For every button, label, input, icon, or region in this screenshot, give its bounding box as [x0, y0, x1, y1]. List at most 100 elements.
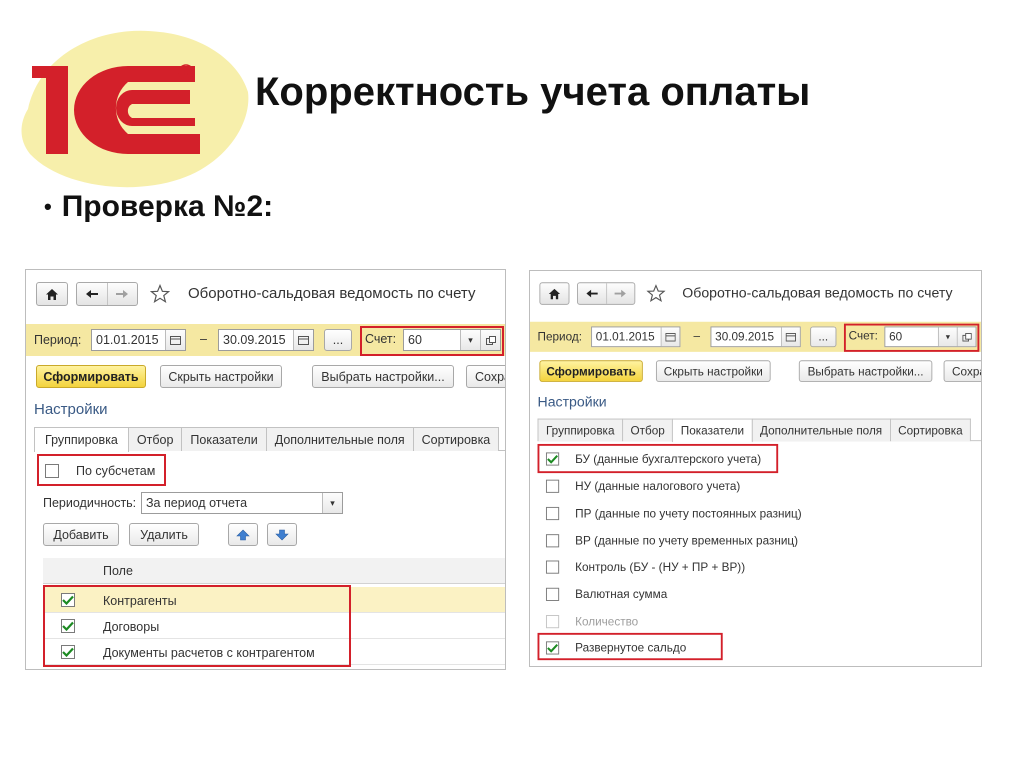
calendar-button[interactable] — [165, 330, 185, 350]
period-select-button[interactable]: ... — [324, 329, 352, 351]
logo-1c: R — [10, 14, 255, 199]
hide-settings-button[interactable]: Скрыть настройки — [655, 360, 771, 382]
indicator-label: ВР (данные по учету временных разниц) — [575, 534, 799, 548]
slide-title: Корректность учета оплаты — [255, 70, 811, 114]
move-up-button[interactable] — [228, 523, 258, 546]
calendar-button[interactable] — [293, 330, 313, 350]
save-settings-button[interactable]: Сохра — [466, 365, 505, 388]
screenshot-grouping-tab: Оборотно-сальдовая ведомость по счету Пе… — [25, 269, 506, 670]
row-checkbox[interactable] — [61, 619, 75, 633]
nav-buttons — [577, 282, 636, 305]
row-label: Контрагенты — [103, 594, 177, 608]
window-toolbar: Оборотно-сальдовая ведомость по счету — [26, 282, 505, 312]
logo-1c-icon: R — [21, 30, 249, 188]
calendar-button[interactable] — [780, 327, 800, 347]
account-label: Счет: — [365, 332, 397, 346]
indicator-checkbox[interactable] — [545, 479, 560, 493]
arrow-left-icon — [586, 289, 598, 298]
settings-title: Настройки — [34, 401, 108, 418]
move-down-button[interactable] — [267, 523, 297, 546]
save-settings-button[interactable]: Сохра — [943, 360, 981, 382]
check-icon — [62, 621, 74, 631]
period-label: Период: — [34, 333, 82, 347]
indicator-checkbox[interactable] — [545, 587, 560, 601]
calendar-icon — [665, 332, 676, 342]
generate-button[interactable]: Сформировать — [36, 365, 146, 388]
forward-button[interactable] — [606, 283, 634, 304]
period-label: Период: — [537, 330, 583, 344]
grid-header: Поле — [43, 558, 505, 584]
settings-tabs: Группировка Отбор Показатели Дополнитель… — [537, 418, 981, 443]
delete-button[interactable]: Удалить — [129, 523, 199, 546]
arrow-up-icon — [236, 529, 250, 540]
favorite-button[interactable] — [149, 283, 171, 307]
account-open-button[interactable] — [956, 327, 976, 347]
arrow-left-icon — [85, 290, 98, 298]
period-from-field[interactable]: 01.01.2015 — [91, 329, 186, 351]
table-row[interactable]: Договоры — [43, 613, 505, 639]
row-label: Документы расчетов с контрагентом — [103, 646, 315, 660]
tab-filter[interactable]: Отбор — [127, 427, 183, 451]
hide-settings-button[interactable]: Скрыть настройки — [160, 365, 282, 388]
window-title: Оборотно-сальдовая ведомость по счету — [682, 285, 953, 302]
tab-filter[interactable]: Отбор — [622, 418, 674, 442]
row-checkbox[interactable] — [61, 645, 75, 659]
bullet-dot: • — [44, 194, 52, 219]
back-button[interactable] — [578, 283, 606, 304]
indicator-checkbox[interactable] — [545, 534, 560, 548]
indicator-checkbox[interactable] — [545, 506, 560, 521]
by-subaccounts-label: По субсчетам — [76, 464, 156, 478]
period-to-field[interactable]: 30.09.2015 — [218, 329, 314, 351]
window-toolbar: Оборотно-сальдовая ведомость по счету — [530, 282, 981, 310]
indicator-checkbox[interactable] — [545, 615, 560, 629]
row-checkbox[interactable] — [61, 593, 75, 607]
open-icon — [961, 332, 972, 342]
screenshot-indicators-tab: Оборотно-сальдовая ведомость по счету Пе… — [529, 270, 982, 667]
home-button[interactable] — [539, 282, 570, 305]
indicator-label: Валютная сумма — [575, 587, 668, 601]
periodicity-dropdown-button[interactable]: ▾ — [322, 493, 342, 513]
by-subaccounts-checkbox[interactable] — [45, 464, 59, 478]
account-value: 60 — [408, 333, 422, 347]
home-icon — [46, 288, 58, 300]
indicator-checkbox[interactable] — [545, 641, 560, 655]
period-to-value: 30.09.2015 — [223, 333, 286, 347]
choose-settings-button[interactable]: Выбрать настройки... — [312, 365, 454, 388]
tab-sorting[interactable]: Сортировка — [412, 427, 500, 451]
calendar-button[interactable] — [660, 327, 680, 347]
indicator-checkbox[interactable] — [545, 560, 560, 574]
favorite-button[interactable] — [646, 284, 666, 306]
period-from-field[interactable]: 01.01.2015 — [591, 326, 681, 348]
account-field[interactable]: 60 ▾ — [884, 326, 977, 348]
forward-button[interactable] — [106, 283, 137, 305]
periodicity-select[interactable]: За период отчета ▾ — [141, 492, 343, 514]
generate-button[interactable]: Сформировать — [539, 360, 643, 382]
table-row[interactable]: Контрагенты — [43, 587, 505, 613]
tab-additional-fields[interactable]: Дополнительные поля — [751, 418, 891, 442]
table-row[interactable]: Документы расчетов с контрагентом — [43, 639, 505, 665]
home-icon — [548, 288, 561, 299]
choose-settings-button[interactable]: Выбрать настройки... — [798, 360, 933, 382]
account-field[interactable]: 60 ▾ — [403, 329, 501, 351]
period-to-field[interactable]: 30.09.2015 — [710, 326, 801, 348]
period-select-button[interactable]: ... — [810, 326, 837, 348]
indicator-checkbox[interactable] — [545, 452, 560, 466]
indicator-label: ПР (данные по учету постоянных разниц) — [575, 506, 802, 521]
calendar-icon — [785, 332, 797, 342]
account-dropdown-button[interactable]: ▾ — [460, 330, 480, 350]
tab-sorting[interactable]: Сортировка — [889, 418, 972, 442]
period-dash: – — [693, 329, 701, 343]
back-button[interactable] — [77, 283, 107, 305]
period-bar: Период: 01.01.2015 – 30.09.2015 ... Счет… — [530, 321, 981, 352]
period-dash: – — [200, 332, 207, 346]
tab-grouping[interactable]: Группировка — [34, 427, 129, 452]
home-button[interactable] — [36, 282, 68, 306]
tab-grouping[interactable]: Группировка — [537, 418, 623, 442]
tab-additional-fields[interactable]: Дополнительные поля — [265, 427, 414, 451]
settings-tabs: Группировка Отбор Показатели Дополнитель… — [34, 427, 505, 452]
tab-indicators[interactable]: Показатели — [672, 418, 753, 443]
account-open-button[interactable] — [480, 330, 500, 350]
add-button[interactable]: Добавить — [43, 523, 119, 546]
tab-indicators[interactable]: Показатели — [181, 427, 267, 451]
account-dropdown-button[interactable]: ▾ — [937, 327, 957, 347]
